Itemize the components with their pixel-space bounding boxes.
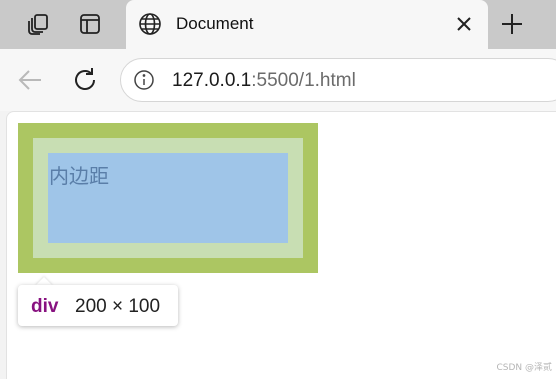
url-path: :5500/1.html bbox=[251, 70, 356, 91]
div-text: 内边距 bbox=[49, 164, 109, 188]
reload-icon[interactable] bbox=[70, 65, 100, 95]
tab-strip: Document bbox=[0, 0, 556, 49]
address-bar[interactable]: 127.0.0.1:5500/1.html bbox=[120, 58, 556, 102]
info-icon[interactable] bbox=[133, 69, 155, 91]
back-arrow-icon[interactable] bbox=[15, 65, 45, 95]
url-text[interactable]: 127.0.0.1:5500/1.html bbox=[172, 70, 356, 92]
workspaces-icon[interactable] bbox=[20, 6, 56, 42]
tab-actions-icon[interactable] bbox=[72, 6, 108, 42]
plus-icon[interactable] bbox=[496, 8, 528, 40]
close-icon[interactable] bbox=[454, 14, 474, 34]
url-host: 127.0.0.1 bbox=[172, 70, 252, 91]
watermark: CSDN @泽贰 bbox=[496, 363, 552, 373]
globe-icon bbox=[139, 13, 161, 35]
tooltip-tag: div bbox=[31, 296, 59, 317]
tooltip-dimensions: 200 × 100 bbox=[75, 296, 161, 317]
tab-title: Document bbox=[176, 14, 254, 33]
tab-document[interactable]: Document bbox=[126, 0, 488, 49]
browser-window: Document 127.0.0.1:5500/1.html 内边距 div 2… bbox=[0, 0, 556, 379]
toolbar: 127.0.0.1:5500/1.html bbox=[0, 49, 556, 111]
inspector-tooltip: div 200 × 100 bbox=[18, 285, 178, 326]
